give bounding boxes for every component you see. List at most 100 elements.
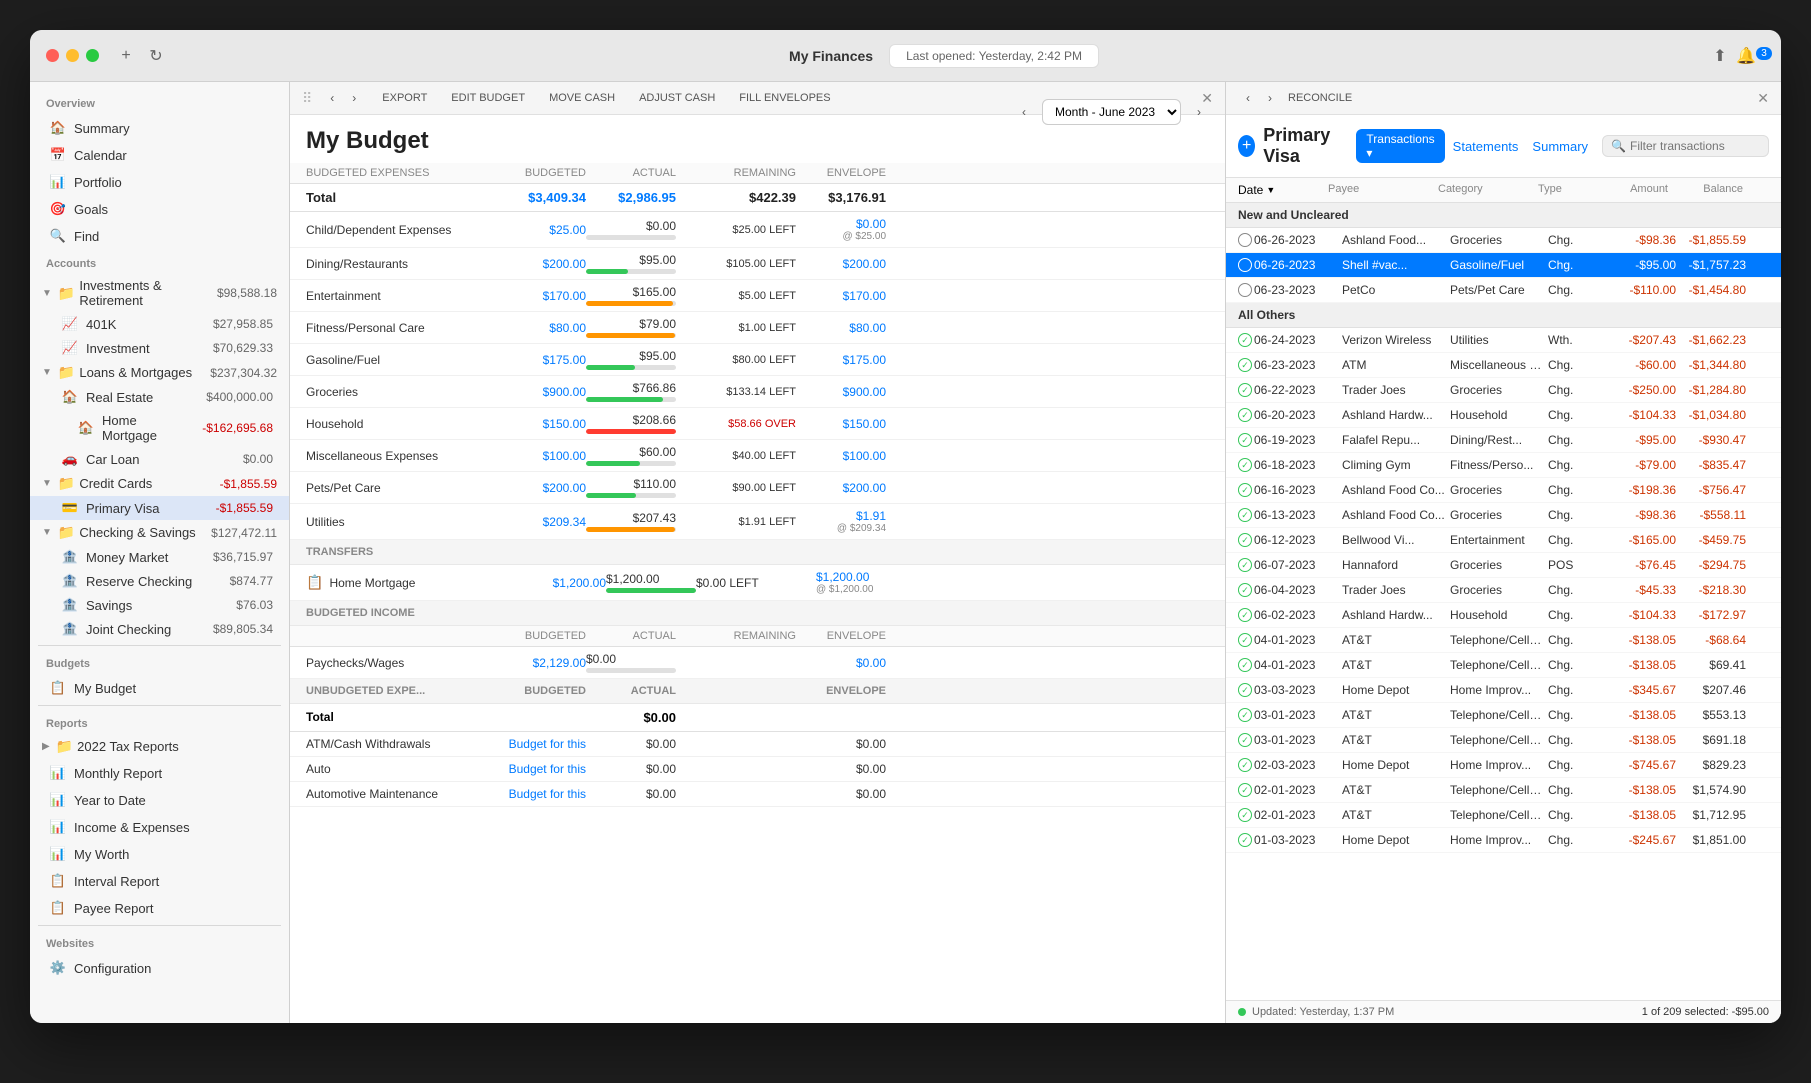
minimize-button[interactable] (66, 49, 79, 62)
group-investments[interactable]: ▼ 📁 Investments & Retirement $98,588.18 (30, 274, 289, 312)
unbudgeted-row[interactable]: ATM/Cash Withdrawals Budget for this $0.… (290, 732, 1225, 757)
sidebar-item-yeartodate[interactable]: 📊 Year to Date (34, 787, 285, 813)
statements-link[interactable]: Statements (1453, 139, 1519, 154)
check-status[interactable]: ✓ (1238, 583, 1252, 597)
check-status[interactable]: ✓ (1238, 733, 1252, 747)
check-status[interactable]: ✓ (1238, 433, 1252, 447)
table-row[interactable]: ✓ 06-02-2023 Ashland Hardw... Household … (1226, 603, 1781, 628)
sidebar-item-summary[interactable]: 🏠 Summary (34, 115, 285, 141)
edit-budget-button[interactable]: EDIT BUDGET (445, 89, 531, 107)
budget-for-this-link[interactable]: Budget for this (506, 737, 586, 751)
add-transaction-button[interactable]: + (1238, 135, 1255, 157)
account-item-mortgage[interactable]: 🏠 Home Mortgage -$162,695.68 (30, 409, 289, 447)
budget-expense-row[interactable]: Household $150.00 $208.66 $58.66 OVER $1… (290, 408, 1225, 440)
check-status[interactable]: ✓ (1238, 683, 1252, 697)
check-status[interactable]: ✓ (1238, 408, 1252, 422)
sidebar-item-intervalreport[interactable]: 📋 Interval Report (34, 868, 285, 894)
table-row[interactable]: ✓ 01-03-2023 Home Depot Home Improv... C… (1226, 828, 1781, 853)
account-item-jointchecking[interactable]: 🏦 Joint Checking $89,805.34 (30, 617, 289, 641)
check-status[interactable]: ✓ (1238, 783, 1252, 797)
budget-expense-row[interactable]: Groceries $900.00 $766.86 $133.14 LEFT $… (290, 376, 1225, 408)
check-status[interactable]: ✓ (1238, 708, 1252, 722)
group-loans[interactable]: ▼ 📁 Loans & Mortgages $237,304.32 (30, 360, 289, 385)
budget-expense-row[interactable]: Dining/Restaurants $200.00 $95.00 $105.0… (290, 248, 1225, 280)
month-selector[interactable]: Month - June 2023 (1042, 99, 1181, 125)
search-box[interactable]: 🔍 (1602, 135, 1769, 157)
budget-back-button[interactable]: ‹ (322, 88, 342, 108)
notification-icon[interactable]: 🔔3 (1743, 45, 1765, 67)
fill-envelopes-button[interactable]: FILL ENVELOPES (733, 89, 836, 107)
table-row[interactable]: ✓ 02-01-2023 AT&T Telephone/Cellular Chg… (1226, 803, 1781, 828)
table-row[interactable]: ✓ 06-13-2023 Ashland Food Co... Grocerie… (1226, 503, 1781, 528)
sidebar-item-portfolio[interactable]: 📊 Portfolio (34, 169, 285, 195)
account-item-primaryvisa[interactable]: 💳 Primary Visa -$1,855.59 (30, 496, 289, 520)
account-item-investment[interactable]: 📈 Investment $70,629.33 (30, 336, 289, 360)
budget-expense-row[interactable]: Gasoline/Fuel $175.00 $95.00 $80.00 LEFT… (290, 344, 1225, 376)
group-checking[interactable]: ▼ 📁 Checking & Savings $127,472.11 (30, 520, 289, 545)
share-icon[interactable]: ⬆ (1709, 45, 1731, 67)
account-item-realestate[interactable]: 🏠 Real Estate $400,000.00 (30, 385, 289, 409)
add-button[interactable]: + (115, 45, 137, 67)
table-row[interactable]: ✓ 02-03-2023 Home Depot Home Improv... C… (1226, 753, 1781, 778)
budget-expense-row[interactable]: Child/Dependent Expenses $25.00 $0.00 $2… (290, 212, 1225, 248)
budget-forward-button[interactable]: › (344, 88, 364, 108)
check-status[interactable] (1238, 233, 1252, 247)
budget-expense-row[interactable]: Pets/Pet Care $200.00 $110.00 $90.00 LEF… (290, 472, 1225, 504)
budget-for-this-link[interactable]: Budget for this (506, 762, 586, 776)
trans-close-button[interactable]: ✕ (1757, 90, 1769, 107)
table-row[interactable]: 06-23-2023 PetCo Pets/Pet Care Chg. -$11… (1226, 278, 1781, 303)
table-row[interactable]: 06-26-2023 Shell #vac... Gasoline/Fuel C… (1226, 253, 1781, 278)
check-status[interactable]: ✓ (1238, 508, 1252, 522)
check-status[interactable]: ✓ (1238, 458, 1252, 472)
check-status[interactable]: ✓ (1238, 633, 1252, 647)
table-row[interactable]: ✓ 06-18-2023 Climing Gym Fitness/Perso..… (1226, 453, 1781, 478)
unbudgeted-row[interactable]: Automotive Maintenance Budget for this $… (290, 782, 1225, 807)
check-status[interactable]: ✓ (1238, 483, 1252, 497)
sidebar-item-goals[interactable]: 🎯 Goals (34, 196, 285, 222)
check-status[interactable]: ✓ (1238, 608, 1252, 622)
check-status[interactable]: ✓ (1238, 383, 1252, 397)
check-status[interactable]: ✓ (1238, 808, 1252, 822)
transfer-row[interactable]: 📋 Home Mortgage $1,200.00 $1,200.00 $0.0… (290, 565, 1225, 601)
unbudgeted-row[interactable]: Auto Budget for this $0.00 $0.00 (290, 757, 1225, 782)
month-next-button[interactable]: › (1189, 102, 1209, 122)
table-row[interactable]: ✓ 06-24-2023 Verizon Wireless Utilities … (1226, 328, 1781, 353)
transactions-tab[interactable]: Transactions ▾ (1356, 129, 1444, 163)
group-creditcards[interactable]: ▼ 📁 Credit Cards -$1,855.59 (30, 471, 289, 496)
income-row[interactable]: Paychecks/Wages $2,129.00 $0.00 $0.00 (290, 647, 1225, 679)
budget-for-this-link[interactable]: Budget for this (506, 787, 586, 801)
check-status[interactable] (1238, 283, 1252, 297)
sidebar-item-configuration[interactable]: ⚙️ Configuration (34, 955, 285, 981)
summary-link[interactable]: Summary (1526, 137, 1594, 156)
table-row[interactable]: ✓ 03-01-2023 AT&T Telephone/Cellular Chg… (1226, 728, 1781, 753)
account-item-401k[interactable]: 📈 401K $27,958.85 (30, 312, 289, 336)
search-input[interactable] (1630, 139, 1760, 153)
export-button[interactable]: EXPORT (376, 89, 433, 107)
table-row[interactable]: ✓ 06-22-2023 Trader Joes Groceries Chg. … (1226, 378, 1781, 403)
check-status[interactable] (1238, 258, 1252, 272)
check-status[interactable]: ✓ (1238, 658, 1252, 672)
trans-back-button[interactable]: ‹ (1238, 88, 1258, 108)
sidebar-item-find[interactable]: 🔍 Find (34, 223, 285, 249)
check-status[interactable]: ✓ (1238, 833, 1252, 847)
budget-expense-row[interactable]: Utilities $209.34 $207.43 $1.91 LEFT $1.… (290, 504, 1225, 540)
move-cash-button[interactable]: MOVE CASH (543, 89, 621, 107)
account-item-moneymarket[interactable]: 🏦 Money Market $36,715.97 (30, 545, 289, 569)
table-row[interactable]: ✓ 03-01-2023 AT&T Telephone/Cellular Chg… (1226, 703, 1781, 728)
table-row[interactable]: ✓ 06-23-2023 ATM Miscellaneous Expens...… (1226, 353, 1781, 378)
budget-expense-row[interactable]: Miscellaneous Expenses $100.00 $60.00 $4… (290, 440, 1225, 472)
table-row[interactable]: ✓ 04-01-2023 AT&T Telephone/Cellular Chg… (1226, 653, 1781, 678)
month-prev-button[interactable]: ‹ (1014, 102, 1034, 122)
table-row[interactable]: 06-26-2023 Ashland Food... Groceries Chg… (1226, 228, 1781, 253)
maximize-button[interactable] (86, 49, 99, 62)
table-row[interactable]: ✓ 02-01-2023 AT&T Telephone/Cellular Chg… (1226, 778, 1781, 803)
adjust-cash-button[interactable]: ADJUST CASH (633, 89, 721, 107)
close-button[interactable] (46, 49, 59, 62)
account-item-carloan[interactable]: 🚗 Car Loan $0.00 (30, 447, 289, 471)
table-row[interactable]: ✓ 06-07-2023 Hannaford Groceries POS -$7… (1226, 553, 1781, 578)
budget-expense-row[interactable]: Fitness/Personal Care $80.00 $79.00 $1.0… (290, 312, 1225, 344)
table-row[interactable]: ✓ 03-03-2023 Home Depot Home Improv... C… (1226, 678, 1781, 703)
check-status[interactable]: ✓ (1238, 358, 1252, 372)
sidebar-item-payeereport[interactable]: 📋 Payee Report (34, 895, 285, 921)
group-taxreports[interactable]: ▶ 📁 2022 Tax Reports (30, 734, 289, 759)
